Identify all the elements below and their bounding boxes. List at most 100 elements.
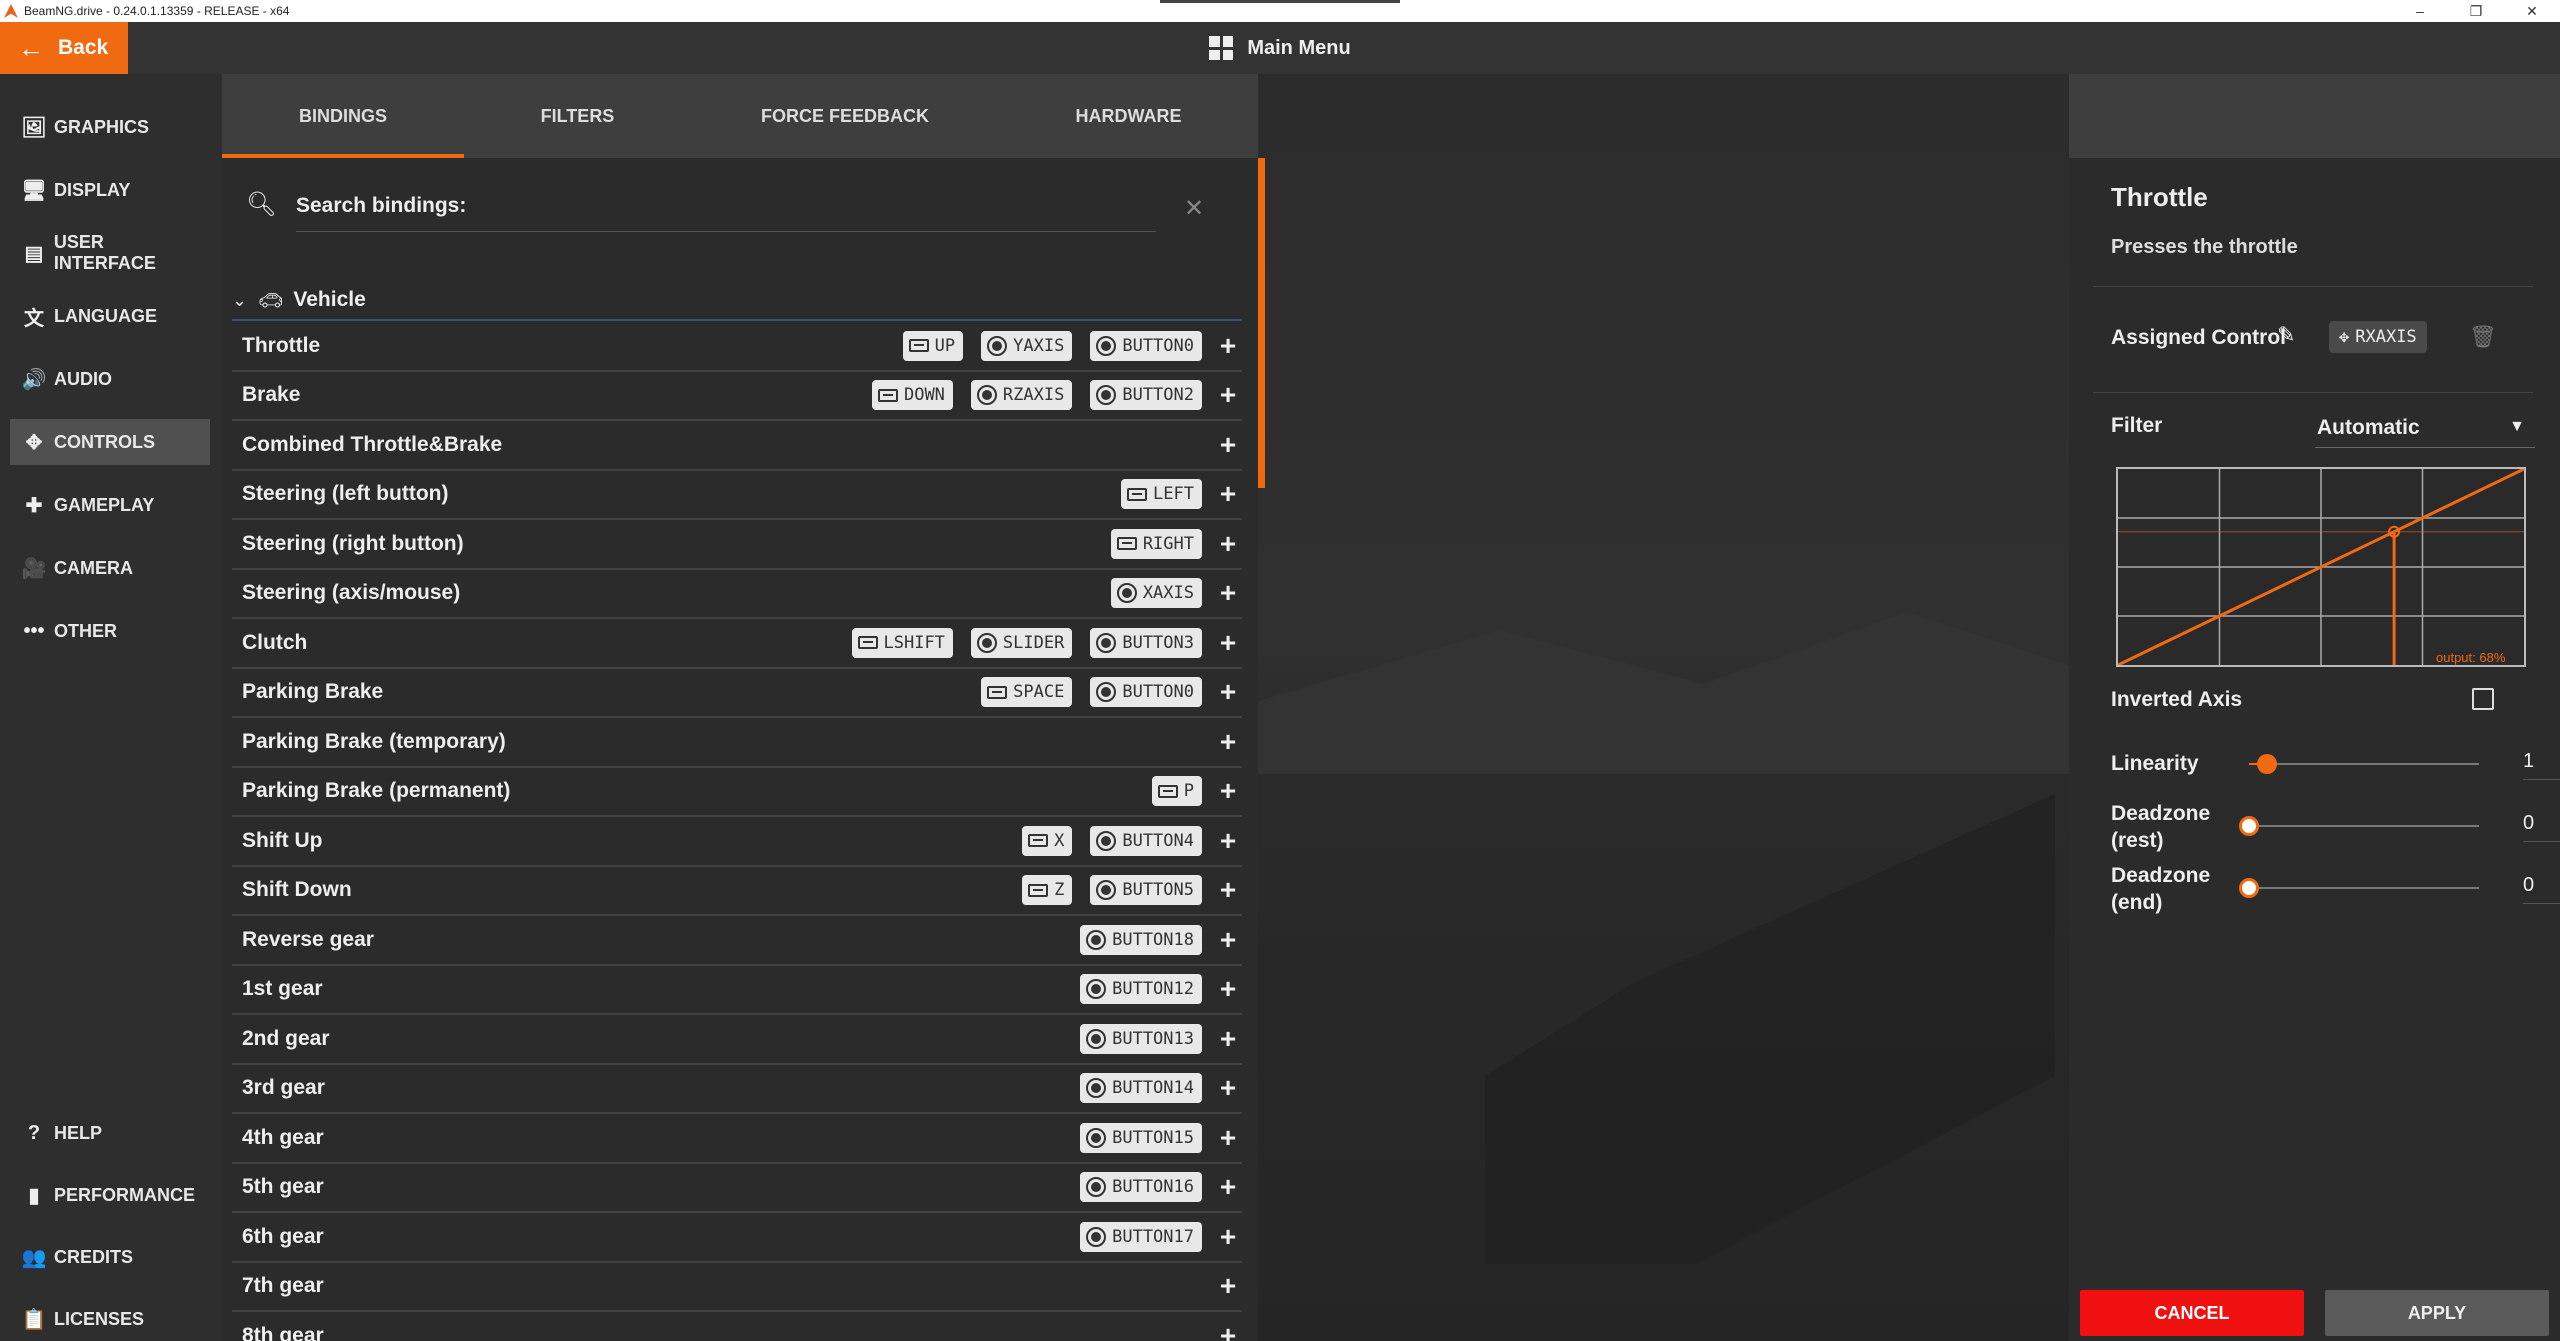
add-binding-icon[interactable]: + [1214, 379, 1242, 411]
binding-row[interactable]: Shift Down Z BUTTON5 + [232, 867, 1242, 916]
add-binding-icon[interactable]: + [1214, 528, 1242, 560]
add-binding-icon[interactable]: + [1214, 775, 1242, 807]
binding-chip[interactable]: BUTTON3 [1090, 627, 1202, 658]
add-binding-icon[interactable]: + [1214, 874, 1242, 906]
sidebar-item-language[interactable]: 文 LANGUAGE [10, 293, 210, 339]
binding-chip[interactable]: DOWN [871, 380, 953, 411]
sidebar-item-user-interface[interactable]: ▤ USER INTERFACE [10, 230, 210, 276]
binding-row[interactable]: Parking Brake (temporary) + [232, 718, 1242, 768]
add-binding-icon[interactable]: + [1214, 973, 1242, 1005]
binding-chip[interactable]: UP [902, 330, 964, 361]
binding-chip[interactable]: BUTTON4 [1090, 825, 1202, 856]
add-binding-icon[interactable]: + [1214, 1023, 1242, 1055]
add-binding-icon[interactable]: + [1214, 330, 1242, 362]
binding-row[interactable]: 6th gear BUTTON17 + [232, 1213, 1242, 1263]
binding-chip[interactable]: RIGHT [1110, 528, 1202, 559]
slider-handle[interactable] [2239, 878, 2259, 898]
sidebar-item-controls[interactable]: ✥ CONTROLS [10, 419, 210, 465]
binding-chip[interactable]: RZAXIS [970, 380, 1073, 411]
binding-chip[interactable]: LEFT [1121, 479, 1202, 510]
binding-row[interactable]: Steering (left button) LEFT + [232, 471, 1242, 520]
add-binding-icon[interactable]: + [1214, 478, 1242, 510]
sidebar-item-performance[interactable]: ▮ PERFORMANCE [10, 1172, 210, 1218]
binding-row[interactable]: 4th gear BUTTON15 + [232, 1114, 1242, 1164]
slider-track[interactable] [2239, 816, 2479, 836]
binding-chip[interactable]: P [1151, 776, 1202, 807]
binding-row[interactable]: Shift Up X BUTTON4 + [232, 817, 1242, 867]
sidebar-item-licenses[interactable]: 📋 LICENSES [10, 1296, 210, 1341]
close-window-button[interactable]: ✕ [2504, 3, 2560, 20]
binding-row[interactable]: 2nd gear BUTTON13 + [232, 1015, 1242, 1065]
add-binding-icon[interactable]: + [1214, 1072, 1242, 1104]
slider-handle[interactable] [2239, 816, 2259, 836]
slider-track[interactable] [2239, 878, 2479, 898]
binding-row[interactable]: Throttle UP YAXIS BUTTON0 + [232, 322, 1242, 372]
binding-row[interactable]: Steering (right button) RIGHT + [232, 520, 1242, 570]
vehicle-group-header[interactable]: ⌄ 🚗︎ Vehicle [232, 281, 1242, 321]
binding-chip[interactable]: BUTTON5 [1090, 875, 1202, 906]
sidebar-item-display[interactable]: 🖥 DISPLAY [10, 167, 210, 213]
add-binding-icon[interactable]: + [1214, 924, 1242, 956]
binding-chip[interactable]: SLIDER [970, 627, 1073, 658]
sidebar-item-help[interactable]: ? HELP [10, 1110, 210, 1156]
assigned-control-chip[interactable]: ✥ RXAXIS [2329, 321, 2427, 353]
apply-button[interactable]: APPLY [2325, 1290, 2549, 1336]
add-binding-icon[interactable]: + [1214, 1122, 1242, 1154]
binding-row[interactable]: Steering (axis/mouse) XAXIS + [232, 570, 1242, 619]
restore-button[interactable]: ❐ [2448, 3, 2504, 20]
sidebar-item-audio[interactable]: 🔊 AUDIO [10, 356, 210, 402]
binding-chip[interactable]: BUTTON18 [1080, 924, 1202, 955]
binding-chip[interactable]: BUTTON12 [1080, 974, 1202, 1005]
binding-chip[interactable]: Z [1022, 875, 1073, 906]
minimize-button[interactable]: – [2392, 3, 2448, 20]
binding-row[interactable]: Parking Brake (permanent) P + [232, 768, 1242, 817]
binding-chip[interactable]: BUTTON14 [1080, 1073, 1202, 1104]
binding-row[interactable]: Brake DOWN RZAXIS BUTTON2 + [232, 372, 1242, 421]
add-binding-icon[interactable]: + [1214, 1171, 1242, 1203]
binding-chip[interactable]: BUTTON0 [1090, 677, 1202, 708]
sidebar-item-credits[interactable]: 👥 CREDITS [10, 1234, 210, 1280]
main-menu-button[interactable]: Main Menu [1209, 36, 1351, 60]
tab-filters[interactable]: FILTERS [464, 74, 691, 158]
slider-value-input[interactable]: 1 [2523, 750, 2560, 780]
filter-dropdown[interactable]: Automatic ▼ [2315, 410, 2535, 448]
clear-search-icon[interactable]: ✕ [1184, 194, 1204, 223]
slider-value-input[interactable]: 0 [2523, 874, 2560, 904]
binding-chip[interactable]: XAXIS [1110, 578, 1202, 609]
add-binding-icon[interactable]: + [1214, 577, 1242, 609]
binding-chip[interactable]: BUTTON13 [1080, 1023, 1202, 1054]
add-binding-icon[interactable]: + [1214, 1270, 1242, 1302]
sidebar-item-gameplay[interactable]: ✚ GAMEPLAY [10, 482, 210, 528]
binding-row[interactable]: 5th gear BUTTON16 + [232, 1164, 1242, 1213]
binding-chip[interactable]: BUTTON16 [1080, 1172, 1202, 1203]
binding-chip[interactable]: X [1022, 825, 1073, 856]
binding-chip[interactable]: LSHIFT [851, 627, 953, 658]
add-binding-icon[interactable]: + [1214, 726, 1242, 758]
tab-force-feedback[interactable]: FORCE FEEDBACK [691, 74, 999, 158]
binding-chip[interactable]: SPACE [981, 677, 1073, 708]
sidebar-item-other[interactable]: ••• OTHER [10, 608, 210, 654]
pencil-icon[interactable]: ✎ [2277, 322, 2295, 348]
binding-row[interactable]: 3rd gear BUTTON14 + [232, 1065, 1242, 1114]
tab-hardware[interactable]: HARDWARE [999, 74, 1258, 158]
cancel-button[interactable]: CANCEL [2080, 1290, 2304, 1336]
add-binding-icon[interactable]: + [1214, 627, 1242, 659]
binding-row[interactable]: Combined Throttle&Brake + [232, 421, 1242, 471]
binding-chip[interactable]: BUTTON2 [1090, 380, 1202, 411]
add-binding-icon[interactable]: + [1214, 676, 1242, 708]
sidebar-item-camera[interactable]: 🎥 CAMERA [10, 545, 210, 591]
binding-row[interactable]: Parking Brake SPACE BUTTON0 + [232, 669, 1242, 718]
binding-row[interactable]: Clutch LSHIFT SLIDER BUTTON3 + [232, 619, 1242, 669]
add-binding-icon[interactable]: + [1214, 1221, 1242, 1253]
back-button[interactable]: ← Back [0, 22, 128, 74]
slider-handle[interactable] [2257, 754, 2277, 774]
add-binding-icon[interactable]: + [1214, 1320, 1242, 1341]
binding-row[interactable]: Reverse gear BUTTON18 + [232, 916, 1242, 966]
slider-track[interactable] [2249, 754, 2479, 774]
add-binding-icon[interactable]: + [1214, 429, 1242, 461]
sidebar-item-graphics[interactable]: 🖼 GRAPHICS [10, 104, 210, 150]
inverted-axis-checkbox[interactable] [2472, 688, 2494, 710]
tab-bindings[interactable]: BINDINGS [222, 74, 464, 158]
binding-row[interactable]: 8th gear + [232, 1312, 1242, 1341]
scrollbar[interactable] [1258, 158, 1265, 488]
